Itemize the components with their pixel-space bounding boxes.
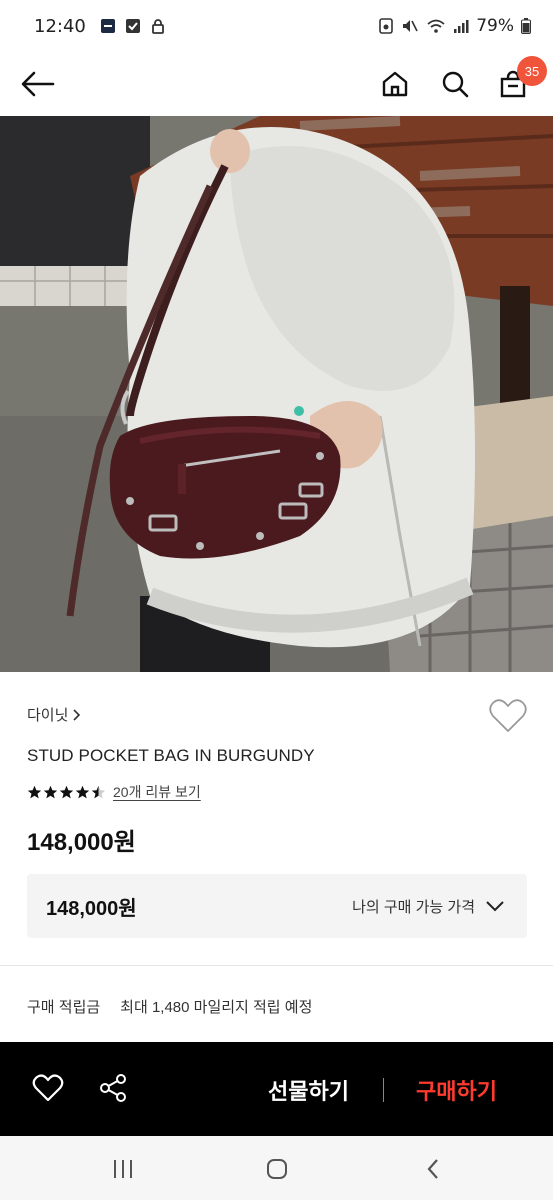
divider: [0, 965, 553, 966]
recent-apps-button[interactable]: [108, 1154, 138, 1184]
star-icon: [59, 785, 74, 798]
battery-percent: 79%: [476, 16, 514, 36]
purchase-action-bar: 선물하기 구매하기: [0, 1042, 553, 1136]
rating-row: 20개 리뷰 보기: [27, 782, 201, 802]
back-button[interactable]: [16, 62, 60, 106]
signal-icon: [454, 20, 469, 33]
star-rating: [27, 785, 107, 800]
share-icon: [100, 1074, 126, 1102]
system-nav-bar: [0, 1136, 553, 1200]
status-bar: 12:40 79%: [0, 0, 553, 52]
wifi-icon: [427, 19, 445, 33]
cart-count-badge: 35: [517, 56, 547, 86]
like-button[interactable]: [30, 1070, 66, 1106]
back-arrow-icon: [21, 71, 55, 97]
chevron-right-icon: [73, 708, 81, 721]
points-label: 구매 적립금: [27, 999, 101, 1016]
review-link[interactable]: 20개 리뷰 보기: [113, 782, 201, 802]
home-circle-icon: [267, 1159, 287, 1179]
heart-icon: [32, 1074, 64, 1102]
cart-button[interactable]: 35: [491, 56, 547, 106]
share-button[interactable]: [95, 1070, 131, 1106]
my-price-label: 나의 구매 가능 가격: [352, 898, 475, 916]
search-icon: [442, 71, 469, 98]
product-price: 148,000원: [27, 829, 136, 856]
star-icon: [27, 785, 42, 798]
points-value: 최대 1,480 마일리지 적립 예정: [120, 999, 313, 1016]
heart-outline-icon: [489, 699, 527, 732]
mute-icon: [403, 20, 418, 32]
back-chevron-icon: [427, 1159, 438, 1179]
points-row: 구매 적립금 최대 1,480 마일리지 적립 예정: [27, 996, 312, 1017]
recent-apps-icon: [114, 1160, 132, 1178]
my-price-toggle[interactable]: 나의 구매 가능 가격: [352, 896, 505, 917]
home-button[interactable]: [373, 62, 417, 106]
search-button[interactable]: [433, 62, 477, 106]
status-time: 12:40: [34, 15, 86, 37]
wishlist-button[interactable]: [488, 698, 528, 738]
back-system-button[interactable]: [418, 1154, 448, 1184]
checkbox-notification-icon: [125, 18, 141, 34]
home-system-button[interactable]: [262, 1154, 292, 1184]
top-nav: 35: [0, 52, 553, 116]
home-icon: [382, 71, 408, 97]
battery-icon: [521, 18, 531, 34]
star-icon: [43, 785, 58, 798]
brand-name: 다이닛: [27, 707, 69, 724]
my-price-value: 148,000원: [46, 897, 137, 920]
product-photo-illustration: [0, 116, 553, 672]
action-divider: [383, 1078, 384, 1102]
app-notification-icon: [100, 18, 116, 34]
brand-link[interactable]: 다이닛: [27, 704, 82, 725]
gift-button[interactable]: 선물하기: [268, 1074, 349, 1106]
product-image[interactable]: [0, 116, 553, 672]
chevron-down-icon: [486, 901, 504, 912]
product-name: STUD POCKET BAG IN BURGUNDY: [27, 746, 315, 765]
my-price-box[interactable]: 148,000원 나의 구매 가능 가격: [27, 874, 527, 938]
buy-button[interactable]: 구매하기: [416, 1074, 497, 1106]
star-icon: [91, 785, 106, 798]
lock-notification-icon: [150, 18, 166, 34]
recycle-icon: [379, 18, 394, 34]
star-icon: [75, 785, 90, 798]
